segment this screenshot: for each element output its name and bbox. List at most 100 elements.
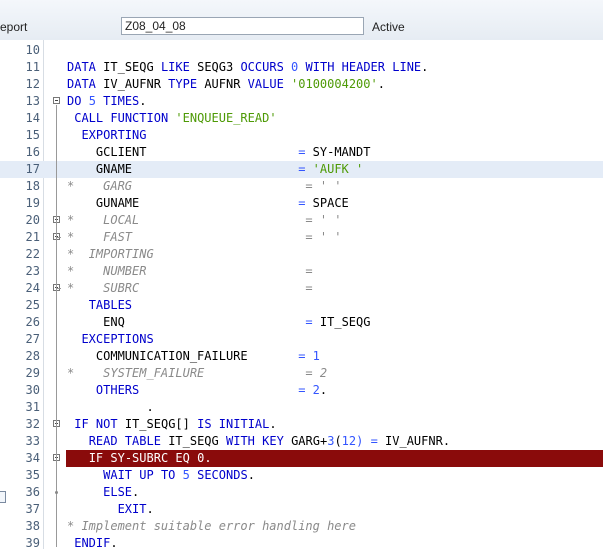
code-text: * NUMBER = [67,264,313,278]
code-line[interactable]: 10 [0,42,603,59]
code-text: ELSE. [103,485,140,499]
program-name-field[interactable]: Z08_04_08 [121,17,364,35]
line-number: 16 [25,145,40,159]
code-line[interactable]: 15 EXPORTING [0,127,603,144]
code-text: EXIT. [117,502,154,516]
code-text: CALL FUNCTION 'ENQUEUE_READ' [74,111,277,125]
code-text: WAIT UP TO 5 SECONDS. [103,468,255,482]
line-number: 33 [25,434,40,448]
code-text: * Implement suitable error handling here [67,519,356,533]
code-text: GNAME = 'AUFK ' [95,162,364,176]
line-number: 25 [25,298,40,312]
collapse-icon[interactable] [53,97,60,104]
line-number: 30 [25,383,40,397]
code-line[interactable]: 20 * LOCAL = ' ' [0,212,603,229]
line-number: 10 [25,43,40,57]
code-text: DATA IV_AUFNR TYPE AUFNR VALUE '01000042… [67,77,385,91]
line-number: 23 [25,264,40,278]
code-text: * GARG = ' ' [67,179,342,193]
line-number: 39 [25,536,40,550]
code-line[interactable]: 17 GNAME = 'AUFK ' [0,161,603,178]
code-text: IF SY-SUBRC EQ 0. [88,451,212,465]
code-text: * SUBRC = [67,281,313,295]
code-line[interactable]: 29 * SYSTEM_FAILURE = 2 [0,365,603,382]
code-text: * IMPORTING [67,247,154,261]
report-label: eport [0,20,28,34]
code-text: EXPORTING [81,128,147,142]
block-end-marker [56,288,61,289]
line-number: 37 [25,502,40,516]
line-number: 20 [25,213,40,227]
code-text: GUNAME = SPACE [95,196,349,210]
code-text: EXCEPTIONS [81,332,154,346]
line-number: 24 [25,281,40,295]
line-number: 31 [25,400,40,414]
block-branch-dot [55,491,58,494]
code-line[interactable]: 14 CALL FUNCTION 'ENQUEUE_READ' [0,110,603,127]
line-number: 18 [25,179,40,193]
block-guide [56,428,57,547]
line-number: 11 [25,60,40,74]
code-text: TABLES [88,298,133,312]
breakpoint-marker-icon[interactable] [0,491,6,503]
code-line[interactable]: 13 DO 5 TIMES. [0,93,603,110]
code-line[interactable]: 12 DATA IV_AUFNR TYPE AUFNR VALUE '010000… [0,76,603,93]
code-line[interactable]: 23 * NUMBER = [0,263,603,280]
line-number: 26 [25,315,40,329]
code-line[interactable]: 35 WAIT UP TO 5 SECONDS. [0,467,603,484]
code-line[interactable]: 34 IF SY-SUBRC EQ 0. [0,450,603,467]
code-line[interactable]: 18 * GARG = ' ' [0,178,603,195]
toolbar: eport Z08_04_08 Active [0,0,603,41]
code-line[interactable]: 28 COMMUNICATION_FAILURE = 1 [0,348,603,365]
line-number: 22 [25,247,40,261]
line-number: 38 [25,519,40,533]
line-number: 15 [25,128,40,142]
line-number: 35 [25,468,40,482]
code-text: * LOCAL = ' ' [67,213,342,227]
line-number: 21 [25,230,40,244]
code-line[interactable]: 36 ELSE. [0,484,603,501]
code-text: OTHERS = 2. [95,383,328,397]
line-number: 36 [25,485,40,499]
code-text: ENDIF. [74,536,118,550]
code-text: * FAST = ' ' [67,230,342,244]
line-number: 17 [25,162,40,176]
line-number: 12 [25,77,40,91]
line-number: 27 [25,332,40,346]
line-number: 13 [25,94,40,108]
code-line[interactable]: 37 EXIT. [0,501,603,518]
code-line[interactable]: 27 EXCEPTIONS [0,331,603,348]
block-end-marker [56,237,61,238]
code-line[interactable]: 31 . [0,399,603,416]
code-line[interactable]: 39 ENDIF. [0,535,603,552]
line-number: 14 [25,111,40,125]
code-text: GCLIENT = SY-MANDT [95,145,371,159]
code-line[interactable]: 38 * Implement suitable error handling he… [0,518,603,535]
program-status: Active [372,20,405,34]
code-line[interactable]: 21 * FAST = ' ' [0,229,603,246]
code-text: COMMUNICATION_FAILURE = 1 [95,349,320,363]
code-text: . [67,400,154,414]
code-text: ENQ = IT_SEQG [103,315,371,329]
code-text: IF NOT IT_SEQG[] IS INITIAL. [74,417,277,431]
line-number: 32 [25,417,40,431]
code-line[interactable]: 24 * SUBRC = [0,280,603,297]
code-line[interactable]: 22 * IMPORTING [0,246,603,263]
code-line[interactable]: 32 IF NOT IT_SEQG[] IS INITIAL. [0,416,603,433]
code-text: READ TABLE IT_SEQG WITH KEY GARG+3(12) =… [88,434,451,448]
code-line[interactable]: 26 ENQ = IT_SEQG [0,314,603,331]
code-line[interactable]: 33 READ TABLE IT_SEQG WITH KEY GARG+3(12… [0,433,603,450]
line-number: 34 [25,451,40,465]
code-line[interactable]: 25 TABLES [0,297,603,314]
code-line[interactable]: 30 OTHERS = 2. [0,382,603,399]
line-number: 29 [25,366,40,380]
line-number: 19 [25,196,40,210]
code-text: DO 5 TIMES. [67,94,147,108]
code-editor[interactable]: 10 11 DATA IT_SEQG LIKE SEQG3 OCCURS 0 WIT… [0,40,603,552]
code-line[interactable]: 19 GUNAME = SPACE [0,195,603,212]
code-line[interactable]: 16 GCLIENT = SY-MANDT [0,144,603,161]
code-line[interactable]: 11 DATA IT_SEQG LIKE SEQG3 OCCURS 0 WITH … [0,59,603,76]
code-text: DATA IT_SEQG LIKE SEQG3 OCCURS 0 WITH HE… [67,60,429,74]
line-number: 28 [25,349,40,363]
code-text: * SYSTEM_FAILURE = 2 [67,366,328,380]
